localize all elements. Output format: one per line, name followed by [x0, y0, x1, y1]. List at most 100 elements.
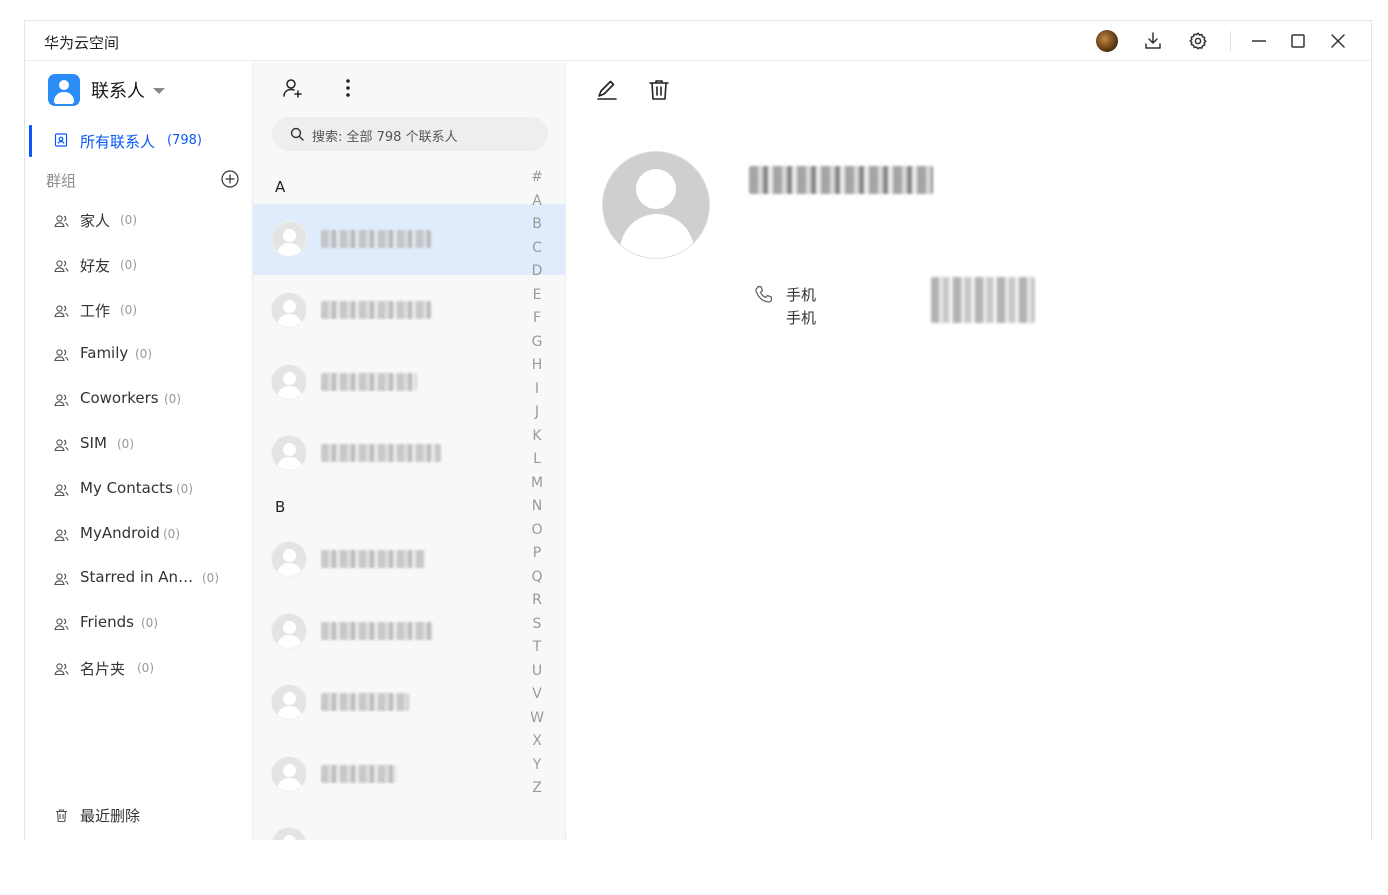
group-people-icon — [54, 392, 69, 407]
group-count: (0) — [117, 437, 134, 451]
contact-list-item[interactable] — [253, 524, 543, 595]
contact-avatar — [271, 684, 307, 720]
group-name: 工作 — [80, 301, 111, 320]
app-window: 华为云空间 联系人 所有联系人 (798) 群组 家人 (0) 好友 (0) 工… — [24, 20, 1372, 840]
group-people-icon — [54, 303, 69, 317]
contact-list-item[interactable] — [253, 810, 543, 840]
sidebar-group-item[interactable]: 好友 (0) — [25, 248, 252, 282]
sidebar-group-item[interactable]: SIM (0) — [25, 427, 252, 461]
search-icon — [290, 127, 304, 141]
download-icon[interactable] — [1141, 29, 1165, 53]
alphabet-index-letter[interactable]: K — [529, 425, 545, 449]
alphabet-index-letter[interactable]: T — [529, 636, 545, 660]
contact-list-item[interactable] — [253, 204, 565, 275]
alphabet-index-letter[interactable]: Z — [529, 777, 545, 801]
contact-list-item[interactable] — [253, 275, 543, 346]
group-people-icon — [54, 482, 69, 496]
contact-avatar — [271, 292, 307, 328]
alphabet-index-letter[interactable]: # — [529, 166, 545, 190]
group-name: My Contacts — [80, 478, 173, 497]
group-name: 好友 — [80, 256, 111, 275]
sidebar-item-all-contacts[interactable]: 所有联系人 (798) — [25, 123, 252, 157]
alphabet-index-letter[interactable]: D — [529, 260, 545, 284]
edit-pencil-icon[interactable] — [593, 76, 621, 104]
group-people-icon — [54, 661, 69, 676]
user-avatar[interactable] — [1096, 30, 1118, 52]
alphabet-index-letter[interactable]: F — [529, 307, 545, 331]
alphabet-index-letter[interactable]: G — [529, 331, 545, 355]
app-title: 华为云空间 — [44, 34, 120, 52]
group-count: (0) — [164, 392, 181, 407]
contact-list-item[interactable] — [253, 596, 543, 667]
sidebar-group-item[interactable]: 名片夹 (0) — [25, 651, 252, 685]
group-count: (0) — [137, 661, 154, 675]
contact-list-item[interactable] — [253, 347, 543, 418]
sidebar-group-item[interactable]: Family (0) — [25, 337, 252, 371]
alphabet-index-letter[interactable]: V — [529, 683, 545, 707]
add-contact-icon[interactable] — [281, 76, 305, 100]
titlebar-divider — [1230, 31, 1231, 51]
contact-avatar — [271, 364, 307, 400]
group-people-icon — [54, 571, 69, 586]
sidebar-group-item[interactable]: 家人 (0) — [25, 203, 252, 237]
alphabet-index-letter[interactable]: B — [529, 213, 545, 237]
sidebar-group-item[interactable]: Friends (0) — [25, 606, 252, 640]
title-bar: 华为云空间 — [25, 21, 1371, 61]
alphabet-index-letter[interactable]: A — [529, 190, 545, 214]
minimize-icon[interactable] — [1247, 29, 1271, 53]
alphabet-index-letter[interactable]: Y — [529, 754, 545, 778]
contact-name-redacted — [321, 301, 431, 319]
sidebar-group-item[interactable]: Starred in An… (0) — [25, 561, 252, 595]
alphabet-index-letter[interactable]: S — [529, 613, 545, 637]
section-header-a: A — [275, 178, 286, 196]
add-group-icon[interactable] — [221, 170, 239, 188]
alphabet-index-letter[interactable]: N — [529, 495, 545, 519]
search-input[interactable]: 搜索: 全部 798 个联系人 — [272, 117, 548, 151]
contact-avatar — [271, 221, 307, 257]
group-name: MyAndroid — [80, 523, 160, 542]
alphabet-index-letter[interactable]: P — [529, 542, 545, 566]
groups-header: 群组 — [46, 172, 77, 190]
contact-name-redacted — [321, 550, 425, 568]
alphabet-index-letter[interactable]: O — [529, 519, 545, 543]
active-indicator — [29, 125, 32, 157]
alphabet-index-letter[interactable]: E — [529, 284, 545, 308]
recently-deleted-label: 最近删除 — [80, 807, 141, 825]
group-name: 名片夹 — [80, 660, 126, 678]
contact-list-item[interactable] — [253, 418, 543, 489]
alphabet-index-letter[interactable]: U — [529, 660, 545, 684]
contacts-app-switcher[interactable]: 联系人 — [48, 74, 165, 106]
delete-trash-icon[interactable] — [645, 76, 673, 104]
maximize-icon[interactable] — [1286, 29, 1310, 53]
alphabet-index-letter[interactable]: J — [529, 401, 545, 425]
contact-name-redacted — [321, 230, 431, 248]
sidebar-group-item[interactable]: My Contacts (0) — [25, 472, 252, 506]
sidebar-group-item[interactable]: Coworkers (0) — [25, 382, 252, 416]
alphabet-index-letter[interactable]: H — [529, 354, 545, 378]
contact-avatar — [271, 613, 307, 649]
alphabet-index-letter[interactable]: L — [529, 448, 545, 472]
alphabet-index-letter[interactable]: I — [529, 378, 545, 402]
sidebar-item-recently-deleted[interactable]: 最近删除 — [25, 797, 252, 831]
contact-list-pane: 搜索: 全部 798 个联系人 A B # A B C D E F G H I … — [253, 62, 566, 840]
phone-type-label: 手机 — [786, 286, 817, 304]
alphabet-index-letter[interactable]: W — [529, 707, 545, 731]
all-contacts-count: (798) — [167, 133, 202, 148]
settings-gear-icon[interactable] — [1186, 29, 1210, 53]
sidebar-group-item[interactable]: MyAndroid (0) — [25, 517, 252, 551]
alphabet-index-letter[interactable]: R — [529, 589, 545, 613]
more-options-icon[interactable] — [336, 76, 360, 100]
sidebar-group-item[interactable]: 工作 (0) — [25, 293, 252, 327]
alphabet-index-letter[interactable]: M — [529, 472, 545, 496]
contact-list-item[interactable] — [253, 667, 543, 738]
caret-down-icon — [153, 88, 165, 94]
contact-card-icon — [54, 133, 68, 147]
group-people-icon — [54, 258, 69, 272]
alphabet-index-letter[interactable]: Q — [529, 566, 545, 590]
contact-name-redacted — [321, 693, 409, 711]
close-icon[interactable] — [1326, 29, 1350, 53]
alphabet-index-letter[interactable]: C — [529, 237, 545, 261]
alphabet-index-letter[interactable]: X — [529, 730, 545, 754]
group-people-icon — [54, 437, 69, 452]
contact-list-item[interactable] — [253, 739, 543, 810]
